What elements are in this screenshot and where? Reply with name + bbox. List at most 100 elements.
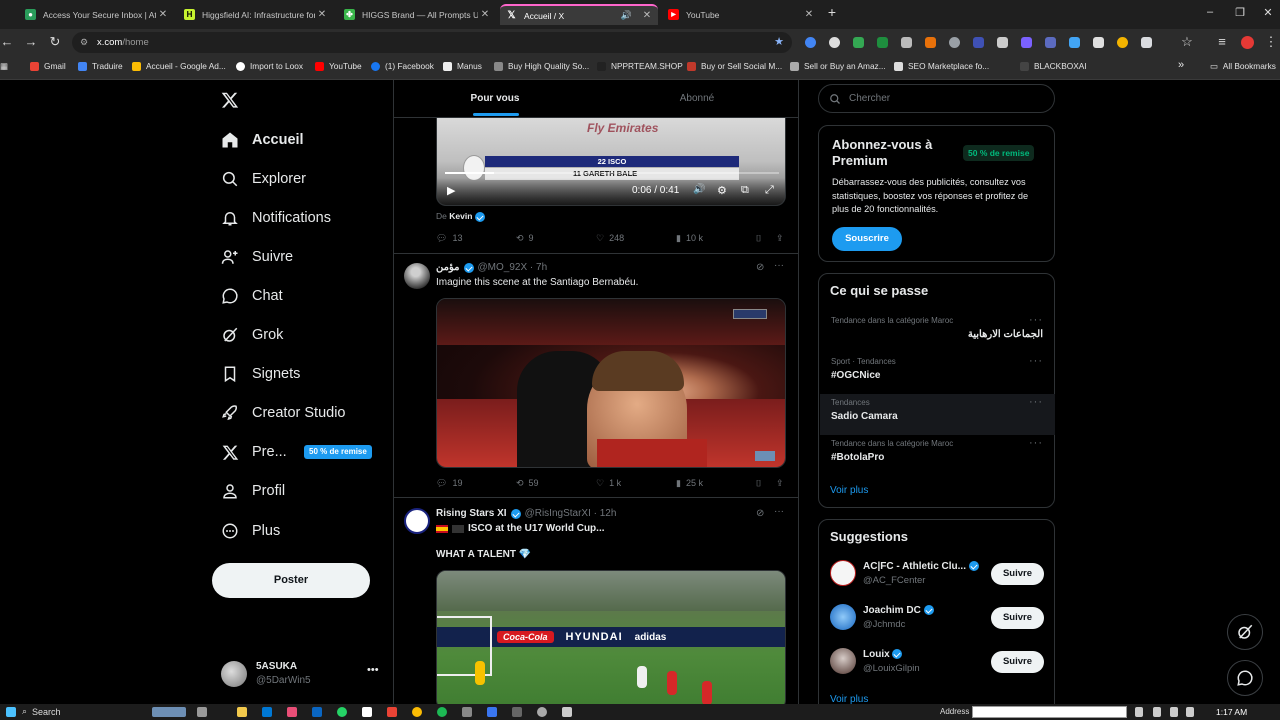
more-dots-icon[interactable]: ··· <box>774 506 784 517</box>
extension-icon[interactable] <box>973 37 984 48</box>
close-tab-icon[interactable]: ✕ <box>640 10 654 21</box>
bookmark-blackbox[interactable]: BLACKBOXAI <box>1020 61 1087 71</box>
sidebar-item-grok[interactable]: Grok <box>220 320 283 350</box>
browser-tab-x-home[interactable]: 𝕏 Accueil / X 🔊 ✕ <box>500 4 658 25</box>
kebab-menu-icon[interactable]: ⋮ <box>1264 35 1278 49</box>
extension-icon[interactable] <box>829 37 840 48</box>
app-icon[interactable] <box>537 707 547 717</box>
tweet-card[interactable]: Rising Stars XI @RisIngStarXI · 12h ⊘ ··… <box>394 498 798 710</box>
app-icon[interactable] <box>562 707 572 717</box>
grok-icon[interactable]: ⊘ <box>756 262 764 273</box>
app-icon[interactable] <box>462 707 472 717</box>
sidebar-item-notifications[interactable]: Notifications <box>220 203 331 233</box>
tweet-image[interactable] <box>436 298 786 468</box>
subscribe-button[interactable]: Souscrire <box>832 227 902 251</box>
grok-icon[interactable]: ⊘ <box>756 508 764 519</box>
bookmark-google-ads[interactable]: Accueil - Google Ad... <box>132 61 226 71</box>
video-progress-track[interactable] <box>445 172 779 174</box>
views-button[interactable]: ▮ 25 k <box>676 478 756 489</box>
avatar[interactable] <box>830 604 856 630</box>
search-input[interactable]: Chercher <box>818 84 1055 113</box>
messages-button[interactable] <box>1227 660 1263 696</box>
taskbar-search[interactable]: ⌕ Search <box>22 706 61 717</box>
like-button[interactable]: ♡ 248 <box>596 233 676 244</box>
sidebar-item-plus[interactable]: Plus <box>220 516 280 546</box>
app-icon[interactable] <box>262 707 272 717</box>
follow-button[interactable]: Suivre <box>991 607 1044 629</box>
bookmark-star-icon[interactable]: ☆ <box>1180 35 1194 49</box>
close-tab-icon[interactable]: ✕ <box>802 9 816 20</box>
bookmark-gmail[interactable]: Gmail <box>30 61 66 71</box>
volume-icon[interactable]: 🔊 <box>693 184 705 195</box>
more-dots-icon[interactable]: ··· <box>1029 396 1043 408</box>
share-button[interactable]: ⇪ <box>776 233 788 244</box>
chrome-icon[interactable] <box>412 707 422 717</box>
show-more-link[interactable]: Voir plus <box>830 485 868 496</box>
pip-icon[interactable]: ⧉ <box>741 184 749 197</box>
app-icon[interactable] <box>312 707 322 717</box>
bookmark-buy-sell[interactable]: Buy or Sell Social M... <box>687 61 782 71</box>
like-button[interactable]: ♡ 1 k <box>596 478 676 489</box>
address-bar[interactable]: ⚙ x.com/home ★ <box>72 32 792 53</box>
extension-icon[interactable] <box>853 37 864 48</box>
browser-tab-inbox[interactable]: ● Access Your Secure Inbox | Ato ✕ <box>19 4 174 25</box>
avatar[interactable] <box>404 263 430 289</box>
reply-button[interactable]: 💬︎ 13 <box>436 233 516 244</box>
repost-button[interactable]: ⟲ 9 <box>516 233 596 244</box>
wifi-icon[interactable] <box>1170 707 1178 717</box>
more-dots-icon[interactable]: ··· <box>1029 355 1043 367</box>
sidebar-item-chat[interactable]: Chat <box>220 281 283 311</box>
trend-item[interactable]: Tendance dans la catégorie Maroc #Botola… <box>820 435 1055 476</box>
back-arrow-icon[interactable]: ← <box>0 35 14 49</box>
bookmark-star-icon[interactable]: ★ <box>774 32 784 53</box>
extension-icon[interactable] <box>949 37 960 48</box>
pen-icon[interactable] <box>997 37 1008 48</box>
trend-item[interactable]: Sport · Tendances #OGCNice ··· <box>820 353 1055 394</box>
tray-icon[interactable] <box>1153 707 1161 717</box>
tweet-video[interactable]: Coca-Cola HYUNDAI adidas <box>436 570 786 710</box>
app-icon[interactable] <box>362 707 372 717</box>
trend-item[interactable]: Tendances Sadio Camara ··· <box>820 394 1055 435</box>
bookmark-buy-quality[interactable]: Buy High Quality So... <box>494 61 589 71</box>
app-icon[interactable] <box>387 707 397 717</box>
reload-icon[interactable]: ↻ <box>48 35 62 49</box>
account-switcher[interactable]: 5ASUKA @5DarWin5 ••• <box>212 655 382 695</box>
post-button[interactable]: Poster <box>212 563 370 598</box>
views-button[interactable]: ▮ 10 k <box>676 233 756 244</box>
bookmark-seo[interactable]: SEO Marketplace fo... <box>894 61 989 71</box>
reply-button[interactable]: 💬︎ 19 <box>436 478 516 489</box>
tab-pour-vous[interactable]: Pour vous <box>394 80 596 117</box>
minimize-button[interactable]: – <box>1200 6 1220 18</box>
speaker-icon[interactable] <box>1186 707 1194 717</box>
site-info-icon[interactable]: ⚙ <box>80 32 88 53</box>
bookmark-facebook[interactable]: (1) Facebook <box>371 61 434 71</box>
extension-icon[interactable] <box>1117 37 1128 48</box>
browser-tab-higgs-brand[interactable]: ✤ HIGGS Brand — All Prompts Us ✕ <box>338 4 496 25</box>
sidebar-item-explorer[interactable]: Explorer <box>220 164 306 194</box>
whatsapp-icon[interactable] <box>337 707 347 717</box>
fullscreen-icon[interactable]: ⤢ <box>765 184 774 197</box>
more-dots-icon[interactable]: ··· <box>774 260 784 271</box>
video-player[interactable]: Fly Emirates 22 ISCO 11 GARETH BALE ▶ 0:… <box>436 118 786 206</box>
bookmark-traduire[interactable]: Traduire <box>78 61 123 71</box>
forward-arrow-icon[interactable]: → <box>24 35 38 49</box>
sidebar-item-creator-studio[interactable]: Creator Studio <box>220 398 346 428</box>
follow-button[interactable]: Suivre <box>991 651 1044 673</box>
widget-icon[interactable] <box>152 707 186 717</box>
avatar[interactable] <box>830 560 856 586</box>
suggestion-item[interactable]: AC|FC - Athletic Clu... @AC_FCenter Suiv… <box>820 558 1055 600</box>
suggestion-item[interactable]: Joachim DC @Jchmdc Suivre <box>820 602 1055 644</box>
bookmark-button[interactable]: ⌷ <box>756 233 776 244</box>
sidebar-item-profil[interactable]: Profil <box>220 476 285 506</box>
bookmark-button[interactable]: ⌷ <box>756 478 776 489</box>
close-tab-icon[interactable]: ✕ <box>478 9 492 20</box>
grok-button[interactable] <box>1227 614 1263 650</box>
tray-icon[interactable] <box>1135 707 1143 717</box>
extension-icon[interactable] <box>925 37 936 48</box>
task-view-icon[interactable] <box>197 707 207 717</box>
extension-icon[interactable] <box>805 37 816 48</box>
tab-abonne[interactable]: Abonné <box>596 80 798 117</box>
tweet-card[interactable]: Fly Emirates 22 ISCO 11 GARETH BALE ▶ 0:… <box>394 118 798 254</box>
all-bookmarks-folder[interactable]: ▭ All Bookmarks <box>1210 61 1276 71</box>
close-window-button[interactable]: ✕ <box>1258 6 1278 19</box>
